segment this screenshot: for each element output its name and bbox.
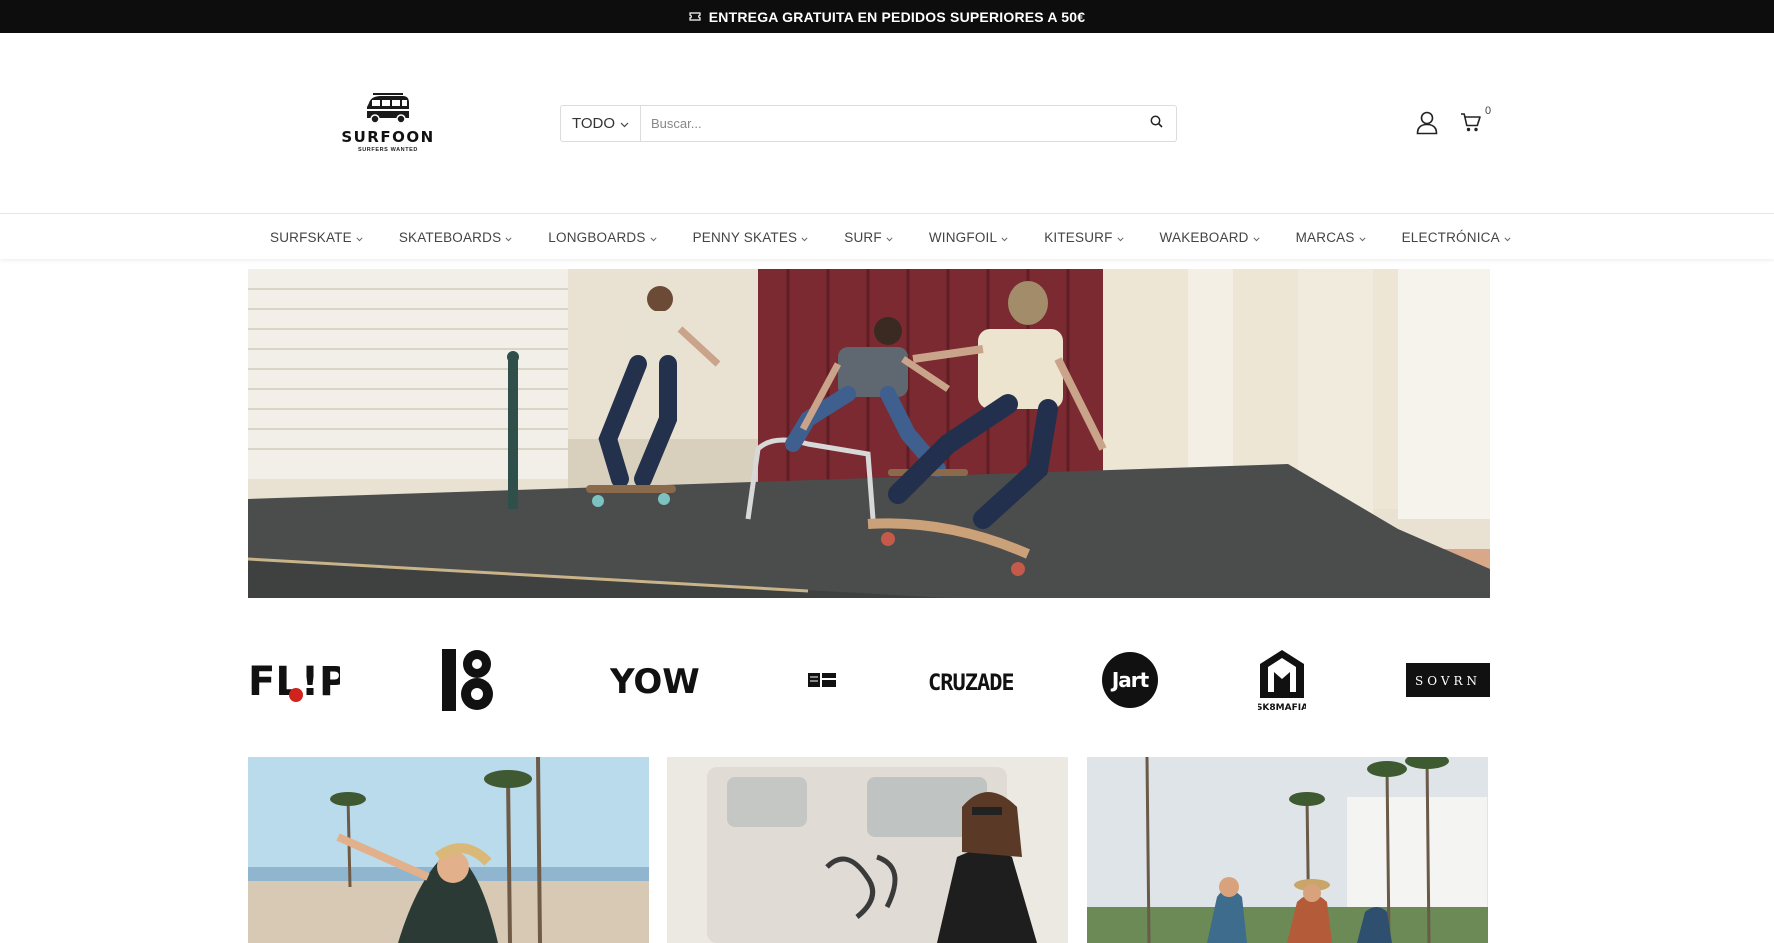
category-tile[interactable] bbox=[667, 757, 1068, 943]
nav-item-surf[interactable]: SURF bbox=[844, 230, 893, 245]
nav-item-label: PENNY SKATES bbox=[692, 229, 798, 245]
nav-item-kitesurf[interactable]: KITESURF bbox=[1044, 229, 1124, 245]
announcement-bar: ENTREGA GRATUITA EN PEDIDOS SUPERIORES A… bbox=[0, 0, 1774, 33]
yow-logo[interactable]: YOW bbox=[610, 640, 705, 720]
nav-item-surfskate[interactable]: SURFSKATE bbox=[270, 230, 363, 245]
nav-item-label: LONGBOARDS bbox=[548, 229, 646, 245]
nav-item-wakeboard[interactable]: WAKEBOARD bbox=[1160, 230, 1260, 245]
search-icon bbox=[1150, 115, 1163, 133]
hero-image bbox=[248, 269, 1490, 598]
nav-item-longboards[interactable]: LONGBOARDS bbox=[548, 229, 657, 245]
brand-wordmark: YOW bbox=[610, 662, 700, 700]
chevron-down-icon bbox=[505, 230, 512, 245]
chevron-down-icon bbox=[886, 230, 893, 245]
search-category-select[interactable]: TODO bbox=[561, 106, 641, 141]
category-tiles bbox=[248, 757, 1490, 943]
site-logo[interactable]: SURFOON SURFERS WANTED bbox=[338, 93, 438, 188]
nav-item-label: WAKEBOARD bbox=[1159, 229, 1249, 245]
account-button[interactable] bbox=[1416, 111, 1442, 137]
hero-banner[interactable] bbox=[248, 269, 1490, 598]
chevron-down-icon bbox=[356, 230, 363, 245]
nav-item-label: ELECTRÓNICA bbox=[1401, 229, 1500, 245]
search-button[interactable] bbox=[1136, 106, 1176, 141]
ticket-icon bbox=[689, 10, 701, 24]
chevron-down-icon bbox=[650, 230, 657, 245]
cart-icon bbox=[1461, 113, 1481, 132]
category-tile[interactable] bbox=[248, 757, 649, 943]
logo-tagline: SURFERS WANTED bbox=[357, 147, 419, 153]
chevron-down-icon bbox=[620, 115, 629, 132]
sk8mafia-logo[interactable]: SK8MAFIA bbox=[1258, 640, 1306, 720]
search-bar: TODO bbox=[560, 105, 1177, 142]
search-category-label: TODO bbox=[571, 115, 616, 132]
nav-item-label: SKATEBOARDS bbox=[398, 229, 502, 245]
category-tile[interactable] bbox=[1087, 757, 1488, 943]
main-nav: SURFSKATE SKATEBOARDS LONGBOARDS PENNY SKAT… bbox=[0, 215, 1774, 259]
van-icon bbox=[367, 93, 409, 124]
cruzade-logo[interactable]: CRUZADE bbox=[928, 640, 1013, 720]
nav-item-wingfoil[interactable]: WINGFOIL bbox=[929, 230, 1008, 245]
nav-item-skateboards[interactable]: SKATEBOARDS bbox=[399, 230, 512, 245]
sovrn-logo[interactable]: SOVRN bbox=[1406, 640, 1490, 720]
chevron-down-icon bbox=[1359, 230, 1366, 245]
nav-item-electrónica[interactable]: ELECTRÓNICA bbox=[1402, 230, 1511, 245]
brand-wordmark: SK8MAFIA bbox=[1258, 703, 1306, 712]
chevron-down-icon bbox=[1116, 230, 1124, 245]
jart-logo[interactable]: Jart bbox=[1101, 640, 1159, 720]
brand-wordmark: Jart bbox=[1110, 668, 1150, 692]
nav-item-penny-skates[interactable]: PENNY SKATES bbox=[693, 230, 809, 245]
site-header: SURFOON SURFERS WANTED TODO 0 bbox=[0, 33, 1774, 214]
chevron-down-icon bbox=[801, 230, 808, 245]
user-icon bbox=[1416, 111, 1438, 135]
brand-carousel: FL!P YOW CRUZADE Jart SK8MAFIA SOVRN bbox=[248, 640, 1490, 720]
cart-count-badge: 0 bbox=[1485, 105, 1492, 117]
nav-item-marcas[interactable]: MARCAS bbox=[1296, 230, 1366, 245]
chevron-down-icon bbox=[1253, 230, 1260, 245]
nav-item-label: WINGFOIL bbox=[928, 229, 998, 245]
tile-image bbox=[248, 757, 649, 943]
tile-image bbox=[1087, 757, 1488, 943]
long-island-logo[interactable] bbox=[808, 640, 838, 720]
nav-item-label: SURFSKATE bbox=[270, 229, 352, 245]
cart-button[interactable]: 0 bbox=[1460, 105, 1491, 139]
tile-image bbox=[667, 757, 1068, 943]
brand-wordmark: CRUZADE bbox=[928, 671, 1013, 696]
globe-logo[interactable] bbox=[438, 640, 498, 720]
flip-logo[interactable]: FL!P bbox=[248, 640, 340, 720]
logo-name: SURFOON bbox=[341, 128, 435, 146]
nav-item-label: SURF bbox=[844, 229, 882, 245]
chevron-down-icon bbox=[1504, 230, 1511, 245]
search-input[interactable] bbox=[641, 106, 1136, 141]
announcement-text: ENTREGA GRATUITA EN PEDIDOS SUPERIORES A… bbox=[708, 8, 1086, 25]
nav-item-label: MARCAS bbox=[1295, 229, 1355, 245]
brand-wordmark: SOVRN bbox=[1415, 674, 1481, 688]
nav-item-label: KITESURF bbox=[1044, 229, 1113, 245]
chevron-down-icon bbox=[1001, 230, 1008, 245]
